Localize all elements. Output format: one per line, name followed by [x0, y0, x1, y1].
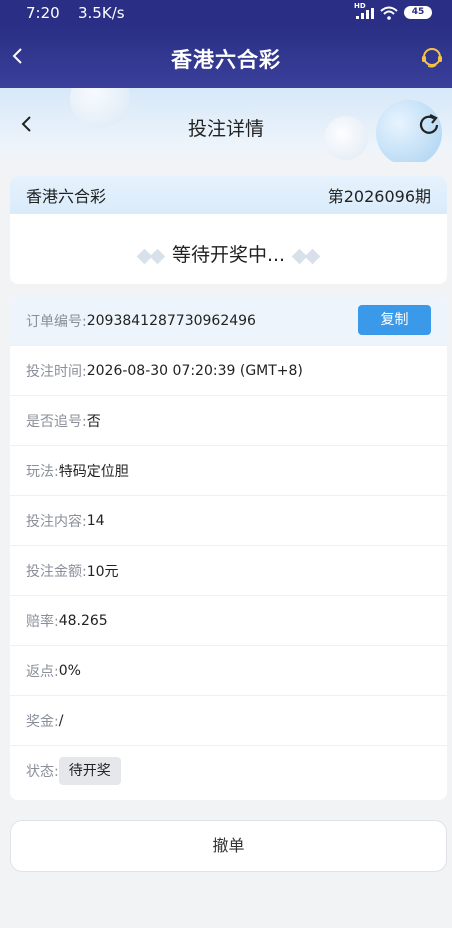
- customer-service-icon[interactable]: [420, 46, 444, 70]
- copy-button[interactable]: 复制: [358, 305, 431, 335]
- diamond-decoration-icon: [136, 245, 166, 267]
- detail-label: 投注内容:: [26, 513, 87, 530]
- wifi-icon: [380, 6, 398, 20]
- detail-row-bet-time: 投注时间: 2026-08-30 07:20:39 (GMT+8): [10, 346, 447, 396]
- detail-row-rebate: 返点: 0%: [10, 646, 447, 696]
- status-bar: 7:20 3.5K/s HD 45: [0, 0, 452, 26]
- bet-detail-card: 订单编号: 2093841287730962496 复制 投注时间: 2026-…: [10, 296, 447, 800]
- detail-label: 返点:: [26, 663, 59, 680]
- detail-row-play: 玩法: 特码定位胆: [10, 446, 447, 496]
- app-title: 香港六合彩: [171, 48, 281, 72]
- detail-value: 特码定位胆: [58, 463, 129, 480]
- detail-row-prize: 奖金: /: [10, 696, 447, 746]
- detail-value: 否: [86, 413, 101, 430]
- diamond-decoration-icon: [291, 245, 321, 267]
- detail-label: 订单编号:: [26, 313, 87, 330]
- page-title: 投注详情: [187, 118, 264, 140]
- detail-row-chase: 是否追号: 否: [10, 396, 447, 446]
- app-header: 香港六合彩: [0, 26, 452, 88]
- network-speed: 3.5K/s: [78, 4, 125, 22]
- detail-label: 奖金:: [26, 713, 59, 730]
- battery-icon: 45: [404, 6, 432, 19]
- detail-label: 投注金额:: [26, 563, 87, 580]
- status-badge: 待开奖: [58, 757, 121, 785]
- detail-row-content: 投注内容: 14: [10, 496, 447, 546]
- status-time: 7:20: [26, 4, 60, 22]
- draw-status-text: 等待开奖中...: [171, 244, 286, 266]
- detail-value: /: [58, 712, 64, 729]
- detail-row-odds: 赔率: 48.265: [10, 596, 447, 646]
- signal-icon: [356, 8, 374, 19]
- detail-value: 10元: [86, 563, 119, 580]
- detail-label: 状态:: [26, 764, 59, 780]
- lottery-name: 香港六合彩: [26, 187, 107, 206]
- detail-value: 2093841287730962496: [86, 312, 256, 329]
- sub-header: 投注详情: [0, 88, 452, 162]
- detail-value: 2026-08-30 07:20:39 (GMT+8): [86, 362, 303, 379]
- cancel-order-button[interactable]: 撤单: [10, 820, 447, 872]
- detail-row-order-no: 订单编号: 2093841287730962496 复制: [10, 296, 447, 346]
- detail-label: 玩法:: [26, 463, 59, 480]
- detail-row-state: 状态: 待开奖: [10, 746, 447, 796]
- detail-value: 48.265: [58, 612, 108, 629]
- detail-value: 0%: [58, 662, 81, 679]
- detail-label: 是否追号:: [26, 413, 87, 430]
- lottery-card: 香港六合彩 第2026096期 等待开奖中...: [10, 176, 447, 284]
- lottery-card-header: 香港六合彩 第2026096期: [10, 176, 447, 214]
- detail-label: 赔率:: [26, 613, 59, 630]
- draw-status: 等待开奖中...: [10, 240, 447, 267]
- detail-label: 投注时间:: [26, 363, 87, 380]
- detail-row-amount: 投注金额: 10元: [10, 546, 447, 596]
- refresh-icon[interactable]: [416, 112, 442, 138]
- detail-value: 14: [86, 512, 105, 529]
- lottery-period: 第2026096期: [327, 187, 431, 206]
